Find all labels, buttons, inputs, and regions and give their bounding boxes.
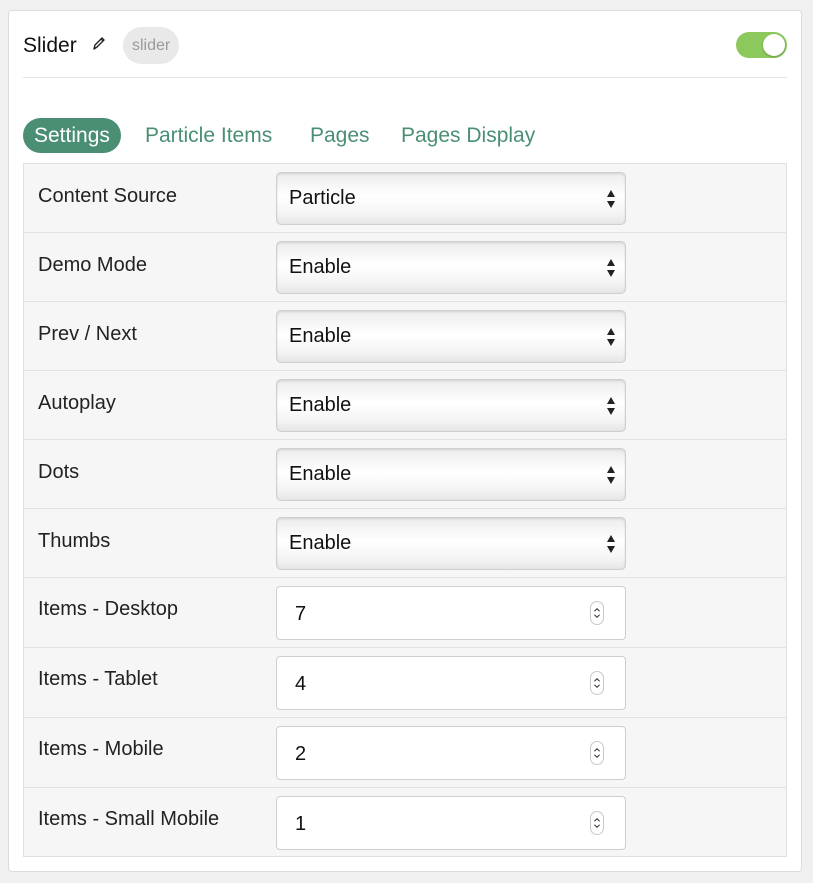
setting-label: Items - Mobile: [38, 738, 164, 760]
panel-title: Slider: [23, 34, 77, 57]
input-value: 1: [295, 813, 307, 835]
panel-header: Slider slider: [23, 11, 787, 78]
setting-label: Content Source: [38, 185, 177, 207]
tab-particle-items[interactable]: Particle Items: [145, 118, 272, 153]
select-value: Enable: [289, 463, 352, 485]
setting-row-items-mobile: Items - Mobile 2: [24, 718, 786, 788]
particle-panel: Slider slider Settings Particle Items Pa…: [8, 10, 802, 872]
items-small-mobile-input[interactable]: 1: [276, 796, 626, 850]
items-tablet-input[interactable]: 4: [276, 656, 626, 710]
setting-label: Demo Mode: [38, 254, 147, 276]
setting-label: Items - Small Mobile: [38, 808, 220, 830]
input-value: 4: [295, 673, 307, 695]
enable-toggle[interactable]: [736, 32, 787, 58]
setting-label: Items - Tablet: [38, 668, 158, 690]
spinner-icon[interactable]: [590, 811, 604, 835]
select-value: Enable: [289, 325, 352, 347]
dots-select[interactable]: Enable: [276, 448, 626, 501]
setting-label: Items - Desktop: [38, 598, 179, 620]
tab-pages-display[interactable]: Pages Display: [401, 118, 535, 153]
select-value: Enable: [289, 256, 352, 278]
select-arrows-icon: [607, 397, 615, 415]
setting-row-demo-mode: Demo Mode Enable: [24, 233, 786, 302]
setting-row-items-small-mobile: Items - Small Mobile 1: [24, 788, 786, 850]
prev-next-select[interactable]: Enable: [276, 310, 626, 363]
input-value: 2: [295, 743, 307, 765]
setting-row-thumbs: Thumbs Enable: [24, 509, 786, 578]
items-mobile-input[interactable]: 2: [276, 726, 626, 780]
toggle-knob: [763, 34, 785, 56]
tab-settings[interactable]: Settings: [23, 118, 121, 153]
select-value: Enable: [289, 532, 352, 554]
select-arrows-icon: [607, 259, 615, 277]
select-value: Particle: [289, 187, 356, 209]
settings-table: Content Source Particle Demo Mode Enable…: [23, 163, 787, 857]
content-source-select[interactable]: Particle: [276, 172, 626, 225]
setting-row-dots: Dots Enable: [24, 440, 786, 509]
setting-label: Thumbs: [38, 530, 111, 552]
spinner-icon[interactable]: [590, 671, 604, 695]
autoplay-select[interactable]: Enable: [276, 379, 626, 432]
select-value: Enable: [289, 394, 352, 416]
items-desktop-input[interactable]: 7: [276, 586, 626, 640]
select-arrows-icon: [607, 535, 615, 553]
pencil-icon[interactable]: [91, 34, 107, 54]
select-arrows-icon: [607, 328, 615, 346]
setting-row-autoplay: Autoplay Enable: [24, 371, 786, 440]
select-arrows-icon: [607, 190, 615, 208]
setting-label: Prev / Next: [38, 323, 137, 345]
setting-row-content-source: Content Source Particle: [24, 164, 786, 233]
setting-label: Dots: [38, 461, 80, 483]
demo-mode-select[interactable]: Enable: [276, 241, 626, 294]
select-arrows-icon: [607, 466, 615, 484]
particle-type-badge: slider: [123, 27, 180, 64]
setting-row-items-desktop: Items - Desktop 7: [24, 578, 786, 648]
setting-label: Autoplay: [38, 392, 116, 414]
spinner-icon[interactable]: [590, 741, 604, 765]
input-value: 7: [295, 603, 307, 625]
setting-row-prev-next: Prev / Next Enable: [24, 302, 786, 371]
thumbs-select[interactable]: Enable: [276, 517, 626, 570]
setting-row-items-tablet: Items - Tablet 4: [24, 648, 786, 718]
spinner-icon[interactable]: [590, 601, 604, 625]
tab-pages[interactable]: Pages: [310, 118, 370, 153]
